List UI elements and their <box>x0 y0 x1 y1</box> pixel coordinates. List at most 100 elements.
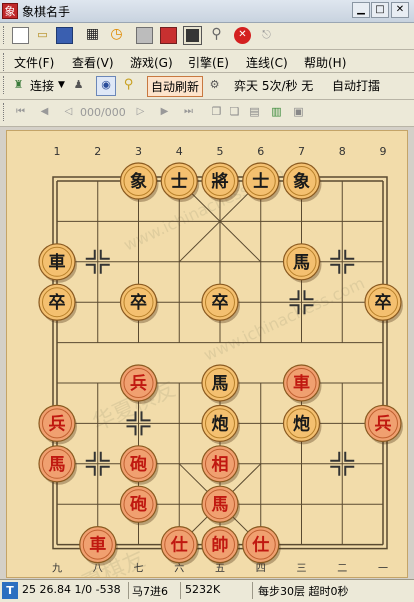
menu-engine[interactable]: 引擎(E) <box>188 54 229 71</box>
piece-label: 車 <box>89 535 106 556</box>
chess-piece[interactable]: 馬 <box>38 445 77 485</box>
copy-icon[interactable]: ❐ <box>208 104 225 121</box>
menu-help[interactable]: 帮助(H) <box>304 54 346 71</box>
auto-refresh-label: 自动刷新 <box>151 80 200 94</box>
first-move-icon[interactable]: ⏮ <box>12 104 29 121</box>
menu-connect[interactable]: 连线(C) <box>246 54 288 71</box>
file-label-top: 6 <box>257 145 264 158</box>
file-label-bottom: 九 <box>52 563 62 575</box>
chess-piece[interactable]: 仕 <box>160 526 200 566</box>
piece-label: 馬 <box>212 374 229 394</box>
status-logo-icon: T <box>2 582 18 599</box>
green-doc-icon[interactable]: ▥ <box>268 104 285 121</box>
chess-piece[interactable]: 卒 <box>119 283 159 324</box>
piece-label: 馬 <box>49 455 66 475</box>
piece-label: 將 <box>212 171 229 192</box>
engine-toggle-icon[interactable]: ◉ <box>96 76 116 96</box>
engine-info-text: 弈天 5次/秒 无 <box>234 79 314 93</box>
piece-label: 相 <box>212 454 229 475</box>
maximize-button[interactable]: □ <box>371 2 389 18</box>
piece-label: 兵 <box>130 373 147 394</box>
chess-board[interactable]: www.ichinachess.com 华夏棋友 www.ichinachess.c… <box>6 130 408 602</box>
menu-view[interactable]: 查看(V) <box>72 54 114 71</box>
chess-piece[interactable]: 馬 <box>201 485 240 526</box>
player-icon[interactable]: ♟ <box>70 77 87 94</box>
chess-piece[interactable]: 砲 <box>119 485 159 526</box>
magnifier-icon[interactable]: ⚲ <box>120 77 137 94</box>
file-label-top: 4 <box>176 145 183 158</box>
piece-label: 卒 <box>49 292 66 313</box>
chess-piece[interactable]: 士 <box>160 162 200 202</box>
exit-icon[interactable]: ⎋ <box>258 27 275 44</box>
minimize-button[interactable]: ▁ <box>352 2 370 18</box>
save-icon[interactable] <box>56 27 73 44</box>
piece-label: 卒 <box>212 292 229 313</box>
chess-piece[interactable]: 兵 <box>364 404 403 445</box>
piece-label: 士 <box>252 171 269 192</box>
status-divider <box>252 582 253 599</box>
status-depth: 每步30层 超时0秒 <box>258 585 349 598</box>
forward-icon[interactable]: ▶ <box>156 104 173 121</box>
connect-icon[interactable]: ♜ <box>10 77 27 94</box>
chess-piece[interactable]: 馬 <box>282 243 322 283</box>
chess-piece[interactable]: 象 <box>282 162 322 202</box>
last-move-icon[interactable]: ⏭ <box>180 104 197 121</box>
chess-piece[interactable]: 帥 <box>201 526 240 566</box>
chess-piece[interactable]: 相 <box>201 445 240 485</box>
menu-grip <box>3 53 7 71</box>
online-toolbar-grip <box>3 76 7 94</box>
menu-file[interactable]: 文件(F) <box>14 54 54 71</box>
piece-label: 車 <box>49 252 66 273</box>
stop-icon[interactable]: ✕ <box>234 27 251 44</box>
chess-piece[interactable]: 卒 <box>201 283 240 324</box>
file-label-bottom: 三 <box>297 564 307 575</box>
previous-move-icon[interactable]: ◀ <box>36 104 53 121</box>
file-label-bottom: 一 <box>378 564 388 575</box>
menu-bar: 文件(F) 查看(V) 游戏(G) 引擎(E) 连线(C) 帮助(H) <box>0 50 414 73</box>
paste-icon[interactable]: ❏ <box>226 104 243 121</box>
menu-game[interactable]: 游戏(G) <box>130 54 173 71</box>
piece-label: 仕 <box>170 535 188 556</box>
piece-label: 炮 <box>293 413 310 434</box>
auto-play-button[interactable]: 自动打擂 <box>332 77 380 94</box>
piece-label: 卒 <box>375 292 392 313</box>
file-label-bottom: 七 <box>134 563 144 575</box>
clock-icon[interactable]: ◷ <box>108 27 125 44</box>
chess-piece[interactable]: 卒 <box>38 283 77 324</box>
chess-piece[interactable]: 兵 <box>38 404 77 445</box>
export-icon[interactable]: ▣ <box>290 104 307 121</box>
board-canvas[interactable]: www.ichinachess.com华夏棋友www.ichinachess.c… <box>7 131 407 602</box>
board-pattern-icon[interactable]: ▦ <box>84 27 101 44</box>
chess-piece[interactable]: 馬 <box>201 364 240 404</box>
chess-piece[interactable]: 車 <box>79 526 118 566</box>
chess-piece[interactable]: 車 <box>282 364 322 404</box>
back-icon[interactable]: ◁ <box>60 104 77 121</box>
chess-piece[interactable]: 炮 <box>201 404 240 445</box>
search-icon[interactable]: ⚲ <box>208 27 225 44</box>
chess-piece[interactable]: 象 <box>119 162 159 202</box>
chess-piece[interactable]: 炮 <box>282 404 322 445</box>
chess-piece[interactable]: 砲 <box>119 445 159 485</box>
status-divider <box>128 582 129 599</box>
close-button[interactable]: ✕ <box>391 2 409 18</box>
auto-refresh-button[interactable]: 自动刷新 <box>147 76 203 97</box>
monitor-red-icon[interactable] <box>160 27 177 44</box>
chess-piece[interactable]: 車 <box>38 243 77 283</box>
status-divider <box>180 582 181 599</box>
monitor-gray-icon[interactable] <box>136 27 153 44</box>
connect-dropdown-icon[interactable]: ▼ <box>58 80 65 90</box>
window-title: 象棋名手 <box>22 5 71 19</box>
open-folder-icon[interactable]: ▭ <box>34 27 51 44</box>
new-file-icon[interactable] <box>12 27 29 44</box>
settings-icon[interactable]: ⚙ <box>206 77 223 94</box>
clipboard-icon[interactable]: ▤ <box>246 104 263 121</box>
next-move-icon[interactable]: ▷ <box>132 104 149 121</box>
piece-label: 車 <box>293 373 310 394</box>
chess-piece[interactable]: 仕 <box>242 526 281 566</box>
monitor-dark-icon[interactable] <box>183 26 202 45</box>
chess-piece[interactable]: 卒 <box>364 283 403 324</box>
piece-label: 馬 <box>293 253 310 273</box>
file-label-bottom: 二 <box>337 564 347 575</box>
piece-label: 兵 <box>375 413 392 434</box>
connect-button[interactable]: 连接 <box>30 77 54 94</box>
